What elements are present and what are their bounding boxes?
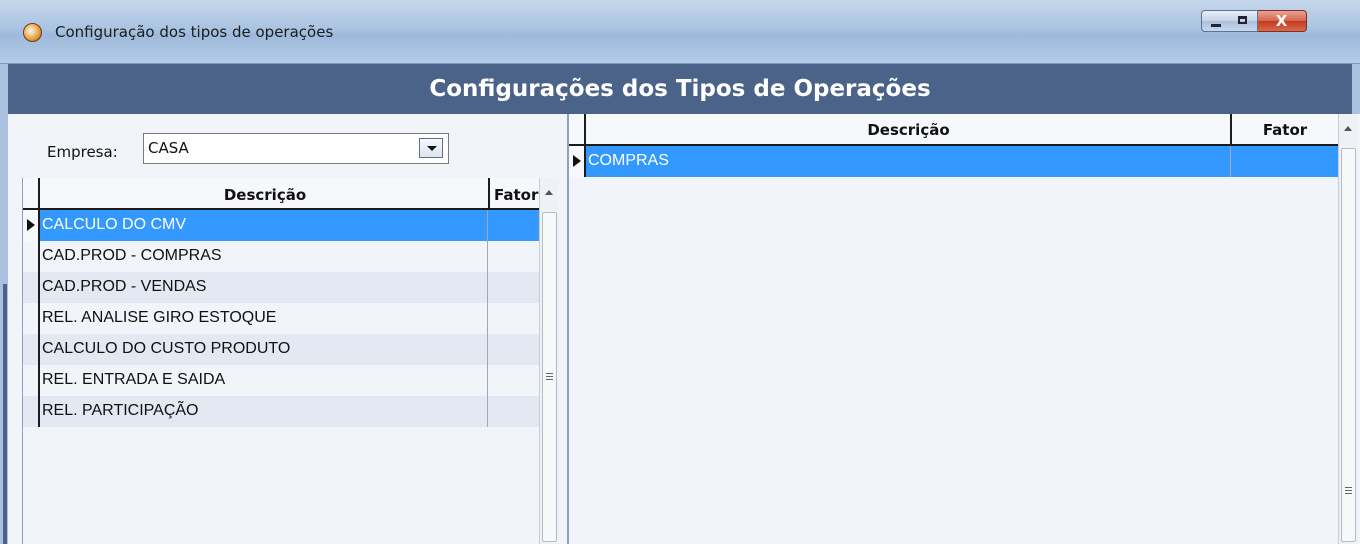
current-row-arrow-icon xyxy=(27,219,35,231)
indicator-column-divider xyxy=(38,178,40,208)
grid-header: Descrição Fator xyxy=(569,114,1338,146)
row-indicator xyxy=(23,396,40,427)
operations-grid[interactable]: Descrição Fator CALCULO DO CMV CAD.PROD … xyxy=(22,178,560,544)
minimize-icon xyxy=(1211,24,1221,27)
table-row[interactable]: REL. ANALISE GIRO ESTOQUE xyxy=(23,303,539,334)
row-indicator xyxy=(23,241,40,272)
grip-icon xyxy=(546,376,553,377)
cell-descricao[interactable]: CAD.PROD - COMPRAS xyxy=(42,247,222,265)
header-band: Configurações dos Tipos de Operações xyxy=(0,64,1360,114)
grip-icon xyxy=(546,373,553,374)
chevron-down-icon xyxy=(427,146,437,151)
current-row-arrow-icon xyxy=(573,155,581,167)
row-indicator xyxy=(23,303,40,334)
window-title-bar[interactable]: Configuração dos tipos de operações X xyxy=(0,0,1360,64)
cell-descricao[interactable]: REL. PARTICIPAÇÃO xyxy=(42,402,198,420)
cell-descricao[interactable]: CAD.PROD - VENDAS xyxy=(42,278,206,296)
cell-fator[interactable] xyxy=(487,396,488,427)
cell-fator[interactable] xyxy=(487,241,488,272)
minimize-button[interactable] xyxy=(1201,10,1230,32)
cell-fator[interactable] xyxy=(487,272,488,303)
grid-header: Descrição Fator xyxy=(23,178,539,210)
cell-fator[interactable] xyxy=(487,365,488,396)
column-header-fator[interactable]: Fator xyxy=(1232,121,1338,139)
column-header-fator[interactable]: Fator xyxy=(494,186,542,204)
cell-fator[interactable] xyxy=(487,303,488,334)
cell-fator[interactable] xyxy=(487,334,488,365)
column-header-descricao[interactable]: Descrição xyxy=(41,186,489,204)
page-title: Configurações dos Tipos de Operações xyxy=(429,76,931,102)
table-row[interactable]: CALCULO DO CMV xyxy=(23,210,539,241)
cell-descricao[interactable]: CALCULO DO CUSTO PRODUTO xyxy=(42,340,290,358)
app-icon xyxy=(23,23,42,42)
window-frame-left xyxy=(0,114,8,544)
scroll-up-icon[interactable] xyxy=(545,190,553,195)
frame-accent xyxy=(3,284,7,544)
indicator-column-divider xyxy=(584,114,586,144)
table-row[interactable]: REL. ENTRADA E SAIDA xyxy=(23,365,539,396)
cell-descricao[interactable]: CALCULO DO CMV xyxy=(42,216,186,234)
row-indicator xyxy=(23,272,40,303)
vertical-scrollbar[interactable] xyxy=(539,178,559,544)
column-divider[interactable] xyxy=(488,178,490,208)
table-row[interactable]: COMPRAS xyxy=(569,146,1338,177)
scrollbar-thumb[interactable] xyxy=(542,212,557,542)
selected-operations-grid[interactable]: Descrição Fator COMPRAS xyxy=(567,114,1360,544)
cell-descricao[interactable]: REL. ENTRADA E SAIDA xyxy=(42,371,225,389)
empresa-dropdown-button[interactable] xyxy=(419,138,443,158)
maximize-button[interactable] xyxy=(1229,10,1258,32)
grip-icon xyxy=(1345,493,1352,494)
cell-descricao[interactable]: COMPRAS xyxy=(588,152,669,170)
row-indicator xyxy=(23,365,40,396)
empresa-combobox[interactable]: CASA xyxy=(143,133,449,164)
close-button[interactable]: X xyxy=(1258,10,1307,32)
table-row[interactable]: CALCULO DO CUSTO PRODUTO xyxy=(23,334,539,365)
row-indicator xyxy=(569,146,586,177)
empresa-label: Empresa: xyxy=(47,143,118,161)
scroll-up-icon[interactable] xyxy=(1344,126,1352,131)
table-row[interactable]: REL. PARTICIPAÇÃO xyxy=(23,396,539,427)
cell-fator[interactable] xyxy=(487,210,488,241)
grip-icon xyxy=(546,379,553,380)
maximize-icon xyxy=(1238,16,1247,24)
scrollbar-thumb[interactable] xyxy=(1341,148,1356,542)
empresa-value: CASA xyxy=(148,139,189,157)
cell-fator[interactable] xyxy=(1230,146,1231,177)
grip-icon xyxy=(1345,487,1352,488)
vertical-scrollbar[interactable] xyxy=(1338,114,1358,544)
window-title: Configuração dos tipos de operações xyxy=(55,23,334,41)
table-row[interactable]: CAD.PROD - VENDAS xyxy=(23,272,539,303)
close-icon: X xyxy=(1275,12,1288,30)
table-row[interactable]: CAD.PROD - COMPRAS xyxy=(23,241,539,272)
row-indicator xyxy=(23,334,40,365)
column-header-descricao[interactable]: Descrição xyxy=(587,121,1230,139)
grip-icon xyxy=(1345,490,1352,491)
cell-descricao[interactable]: REL. ANALISE GIRO ESTOQUE xyxy=(42,309,276,327)
row-indicator xyxy=(23,210,40,241)
